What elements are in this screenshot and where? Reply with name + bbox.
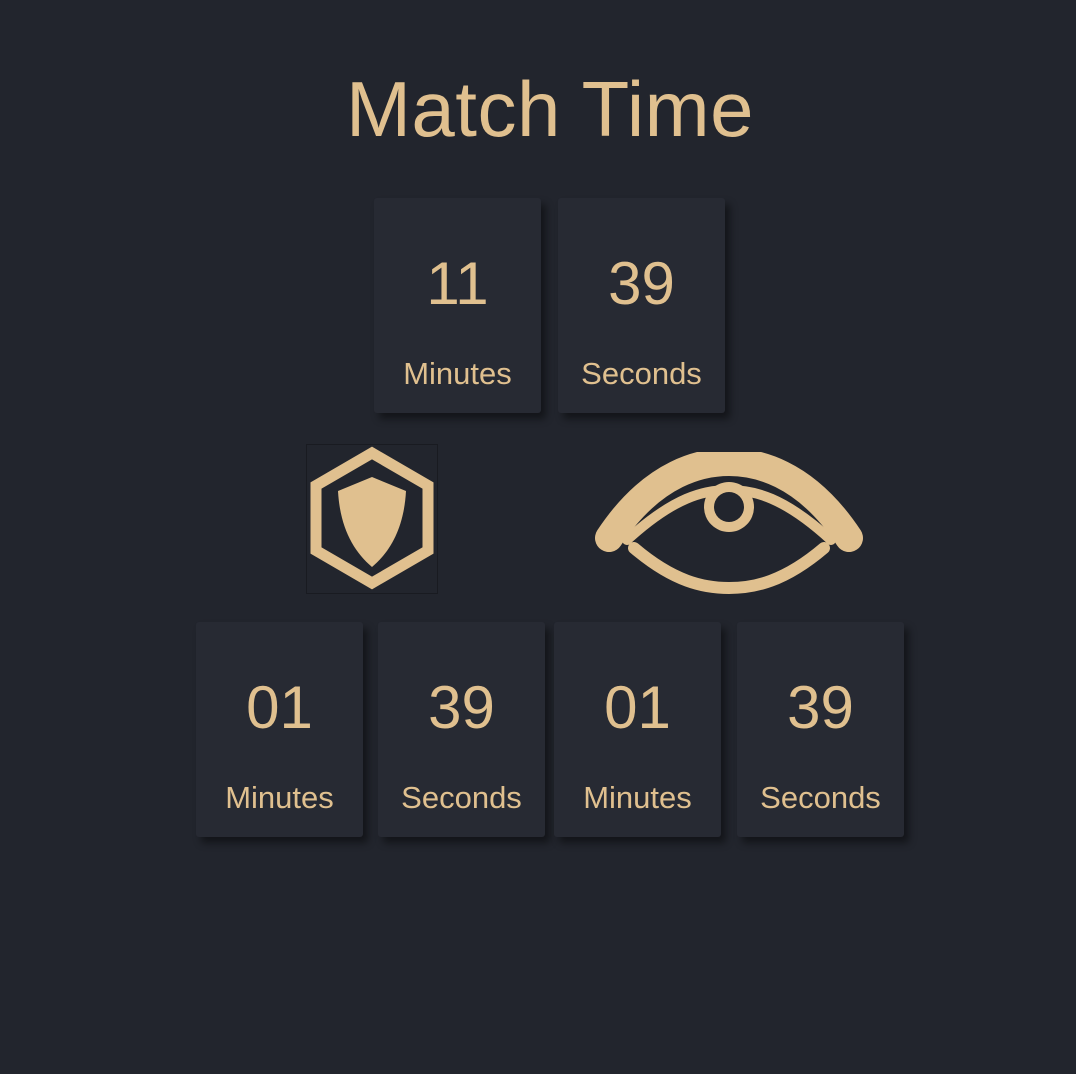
vision-minutes-value: 01 (604, 674, 671, 741)
defense-minutes-label: Minutes (225, 780, 334, 815)
vision-seconds-card: 39 Seconds (737, 622, 904, 837)
defense-seconds-value: 39 (428, 674, 495, 741)
match-minutes-value: 11 (426, 250, 489, 317)
vision-seconds-value: 39 (787, 674, 854, 741)
match-time-page: Match Time 11 Minutes 39 Seconds 01 Minu… (0, 0, 1076, 1074)
match-seconds-card: 39 Seconds (558, 198, 725, 413)
page-title: Match Time (345, 65, 755, 153)
vision-minutes-label: Minutes (583, 780, 692, 815)
defense-minutes-value: 01 (246, 674, 313, 741)
match-minutes-card: 11 Minutes (374, 198, 541, 413)
match-minutes-label: Minutes (403, 356, 512, 391)
vision-seconds-label: Seconds (760, 780, 881, 815)
hexagon-shield-icon (306, 444, 438, 594)
eye-icon (594, 452, 864, 594)
vision-minutes-card: 01 Minutes (554, 622, 721, 837)
match-seconds-label: Seconds (581, 356, 702, 391)
defense-seconds-card: 39 Seconds (378, 622, 545, 837)
defense-seconds-label: Seconds (401, 780, 522, 815)
match-seconds-value: 39 (608, 250, 675, 317)
defense-minutes-card: 01 Minutes (196, 622, 363, 837)
